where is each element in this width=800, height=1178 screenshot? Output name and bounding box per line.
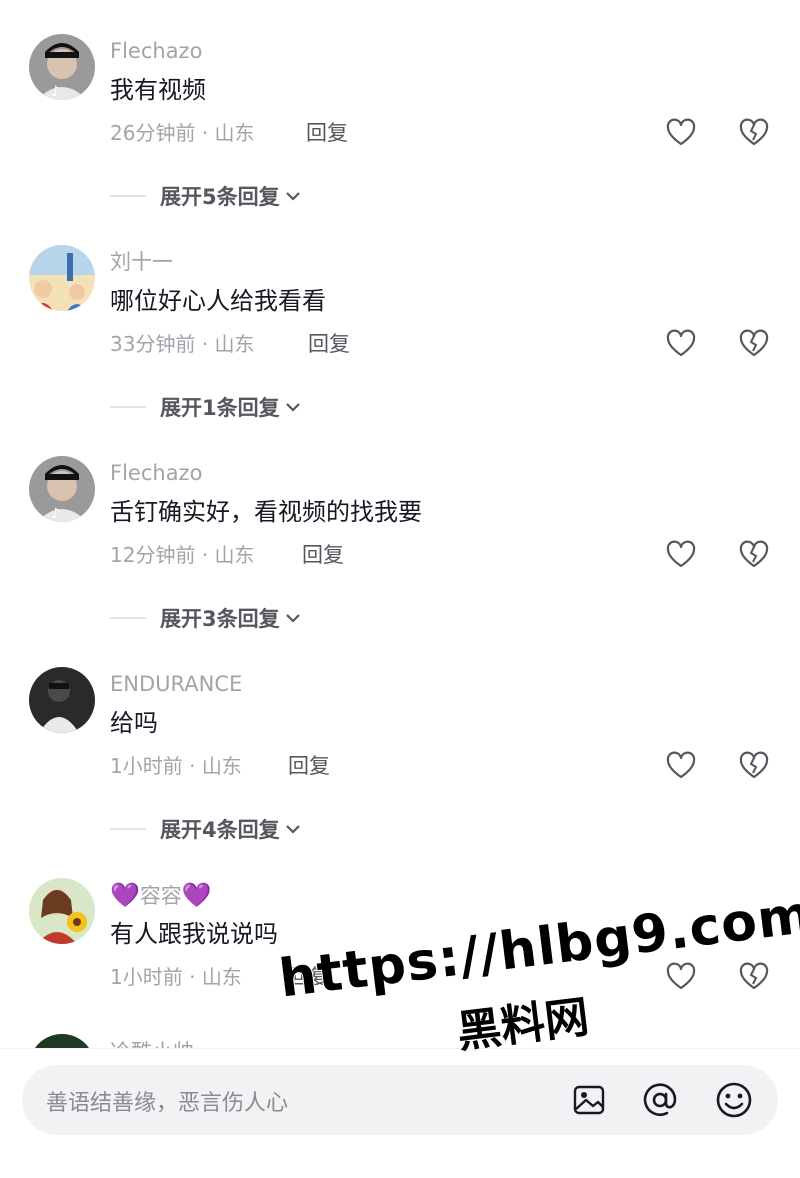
comment-text: 有人跟我说说吗 [110,920,278,948]
at-icon[interactable] [641,1081,679,1119]
comment-text: 哪位好心人给我看看 [110,287,326,315]
comment-input[interactable]: 善语结善缘，恶言伤人心 [22,1065,778,1135]
avatar[interactable]: ♪ [29,456,95,522]
comment-meta: 12分钟前 · 山东 [110,543,255,567]
expand-replies-label: 展开4条回复 [160,818,280,842]
comment-meta: 1小时前 · 山东 [110,965,242,989]
divider [110,195,146,197]
expand-replies-label: 展开3条回复 [160,607,280,631]
chevron-down-icon [285,614,300,623]
purple-heart-icon: 💜 [110,881,140,909]
comment-text: 舌钉确实好，看视频的找我要 [110,498,422,526]
expand-replies-button[interactable]: 展开3条回复 [110,604,302,632]
avatar[interactable]: ♪ [29,34,95,100]
like-heart-icon[interactable] [666,962,696,992]
comment-meta: 26分钟前 · 山东 [110,121,255,145]
username[interactable]: 刘十一 [110,249,173,275]
avatar[interactable] [29,667,95,733]
divider [110,828,146,830]
dislike-broken-heart-icon[interactable] [739,540,769,570]
username[interactable]: Flechazo [110,460,202,486]
comment-item: ENDURANCE 给吗 1小时前 · 山东 回复 展开4条回复 [0,667,800,878]
username[interactable]: ENDURANCE [110,671,242,697]
username[interactable]: 💜容容💜 [110,882,212,909]
comment-item: 刘十一 哪位好心人给我看看 33分钟前 · 山东 回复 展开1条回复 [0,245,800,456]
comment-input-placeholder: 善语结善缘，恶言伤人心 [46,1091,289,1116]
like-heart-icon[interactable] [666,329,696,359]
comment-text: 我有视频 [110,76,206,104]
comment-feed: ♪ Flechazo 我有视频 26分钟前 · 山东 回复 展开5条回复 刘十一… [0,0,800,1048]
divider [110,406,146,408]
expand-replies-button[interactable]: 展开1条回复 [110,393,302,421]
username[interactable]: Flechazo [110,38,202,64]
dislike-broken-heart-icon[interactable] [739,118,769,148]
chevron-down-icon [285,403,300,412]
purple-heart-icon: 💜 [181,881,212,909]
expand-replies-button[interactable]: 展开4条回复 [110,815,302,843]
comment-text: 给吗 [110,709,158,737]
comment-meta: 1小时前 · 山东 [110,754,242,778]
comment-meta: 33分钟前 · 山东 [110,332,255,356]
reply-button[interactable]: 回复 [288,753,330,779]
chevron-down-icon [285,825,300,834]
reply-button[interactable]: 回复 [302,542,344,568]
comment-input-bar: 善语结善缘，恶言伤人心 [0,1048,800,1178]
reply-button[interactable]: 回复 [308,331,350,357]
divider [110,617,146,619]
svg-text:♪: ♪ [51,84,60,100]
like-heart-icon[interactable] [666,118,696,148]
expand-replies-label: 展开1条回复 [160,396,280,420]
emoji-icon[interactable] [714,1080,754,1120]
reply-button[interactable]: 回复 [306,120,348,146]
username[interactable]: 冷酷小帅 [110,1036,194,1048]
dislike-broken-heart-icon[interactable] [739,962,769,992]
chevron-down-icon [285,192,300,201]
svg-text:♪: ♪ [51,506,60,522]
expand-replies-button[interactable]: 展开5条回复 [110,182,302,210]
expand-replies-label: 展开5条回复 [160,185,280,209]
avatar[interactable] [29,878,95,944]
like-heart-icon[interactable] [666,751,696,781]
image-icon[interactable] [571,1081,609,1119]
comment-item: ♪ Flechazo 我有视频 26分钟前 · 山东 回复 展开5条回复 [0,34,800,245]
comment-item: ♪ Flechazo 舌钉确实好，看视频的找我要 12分钟前 · 山东 回复 展… [0,456,800,667]
avatar[interactable] [29,245,95,311]
dislike-broken-heart-icon[interactable] [739,751,769,781]
dislike-broken-heart-icon[interactable] [739,329,769,359]
like-heart-icon[interactable] [666,540,696,570]
